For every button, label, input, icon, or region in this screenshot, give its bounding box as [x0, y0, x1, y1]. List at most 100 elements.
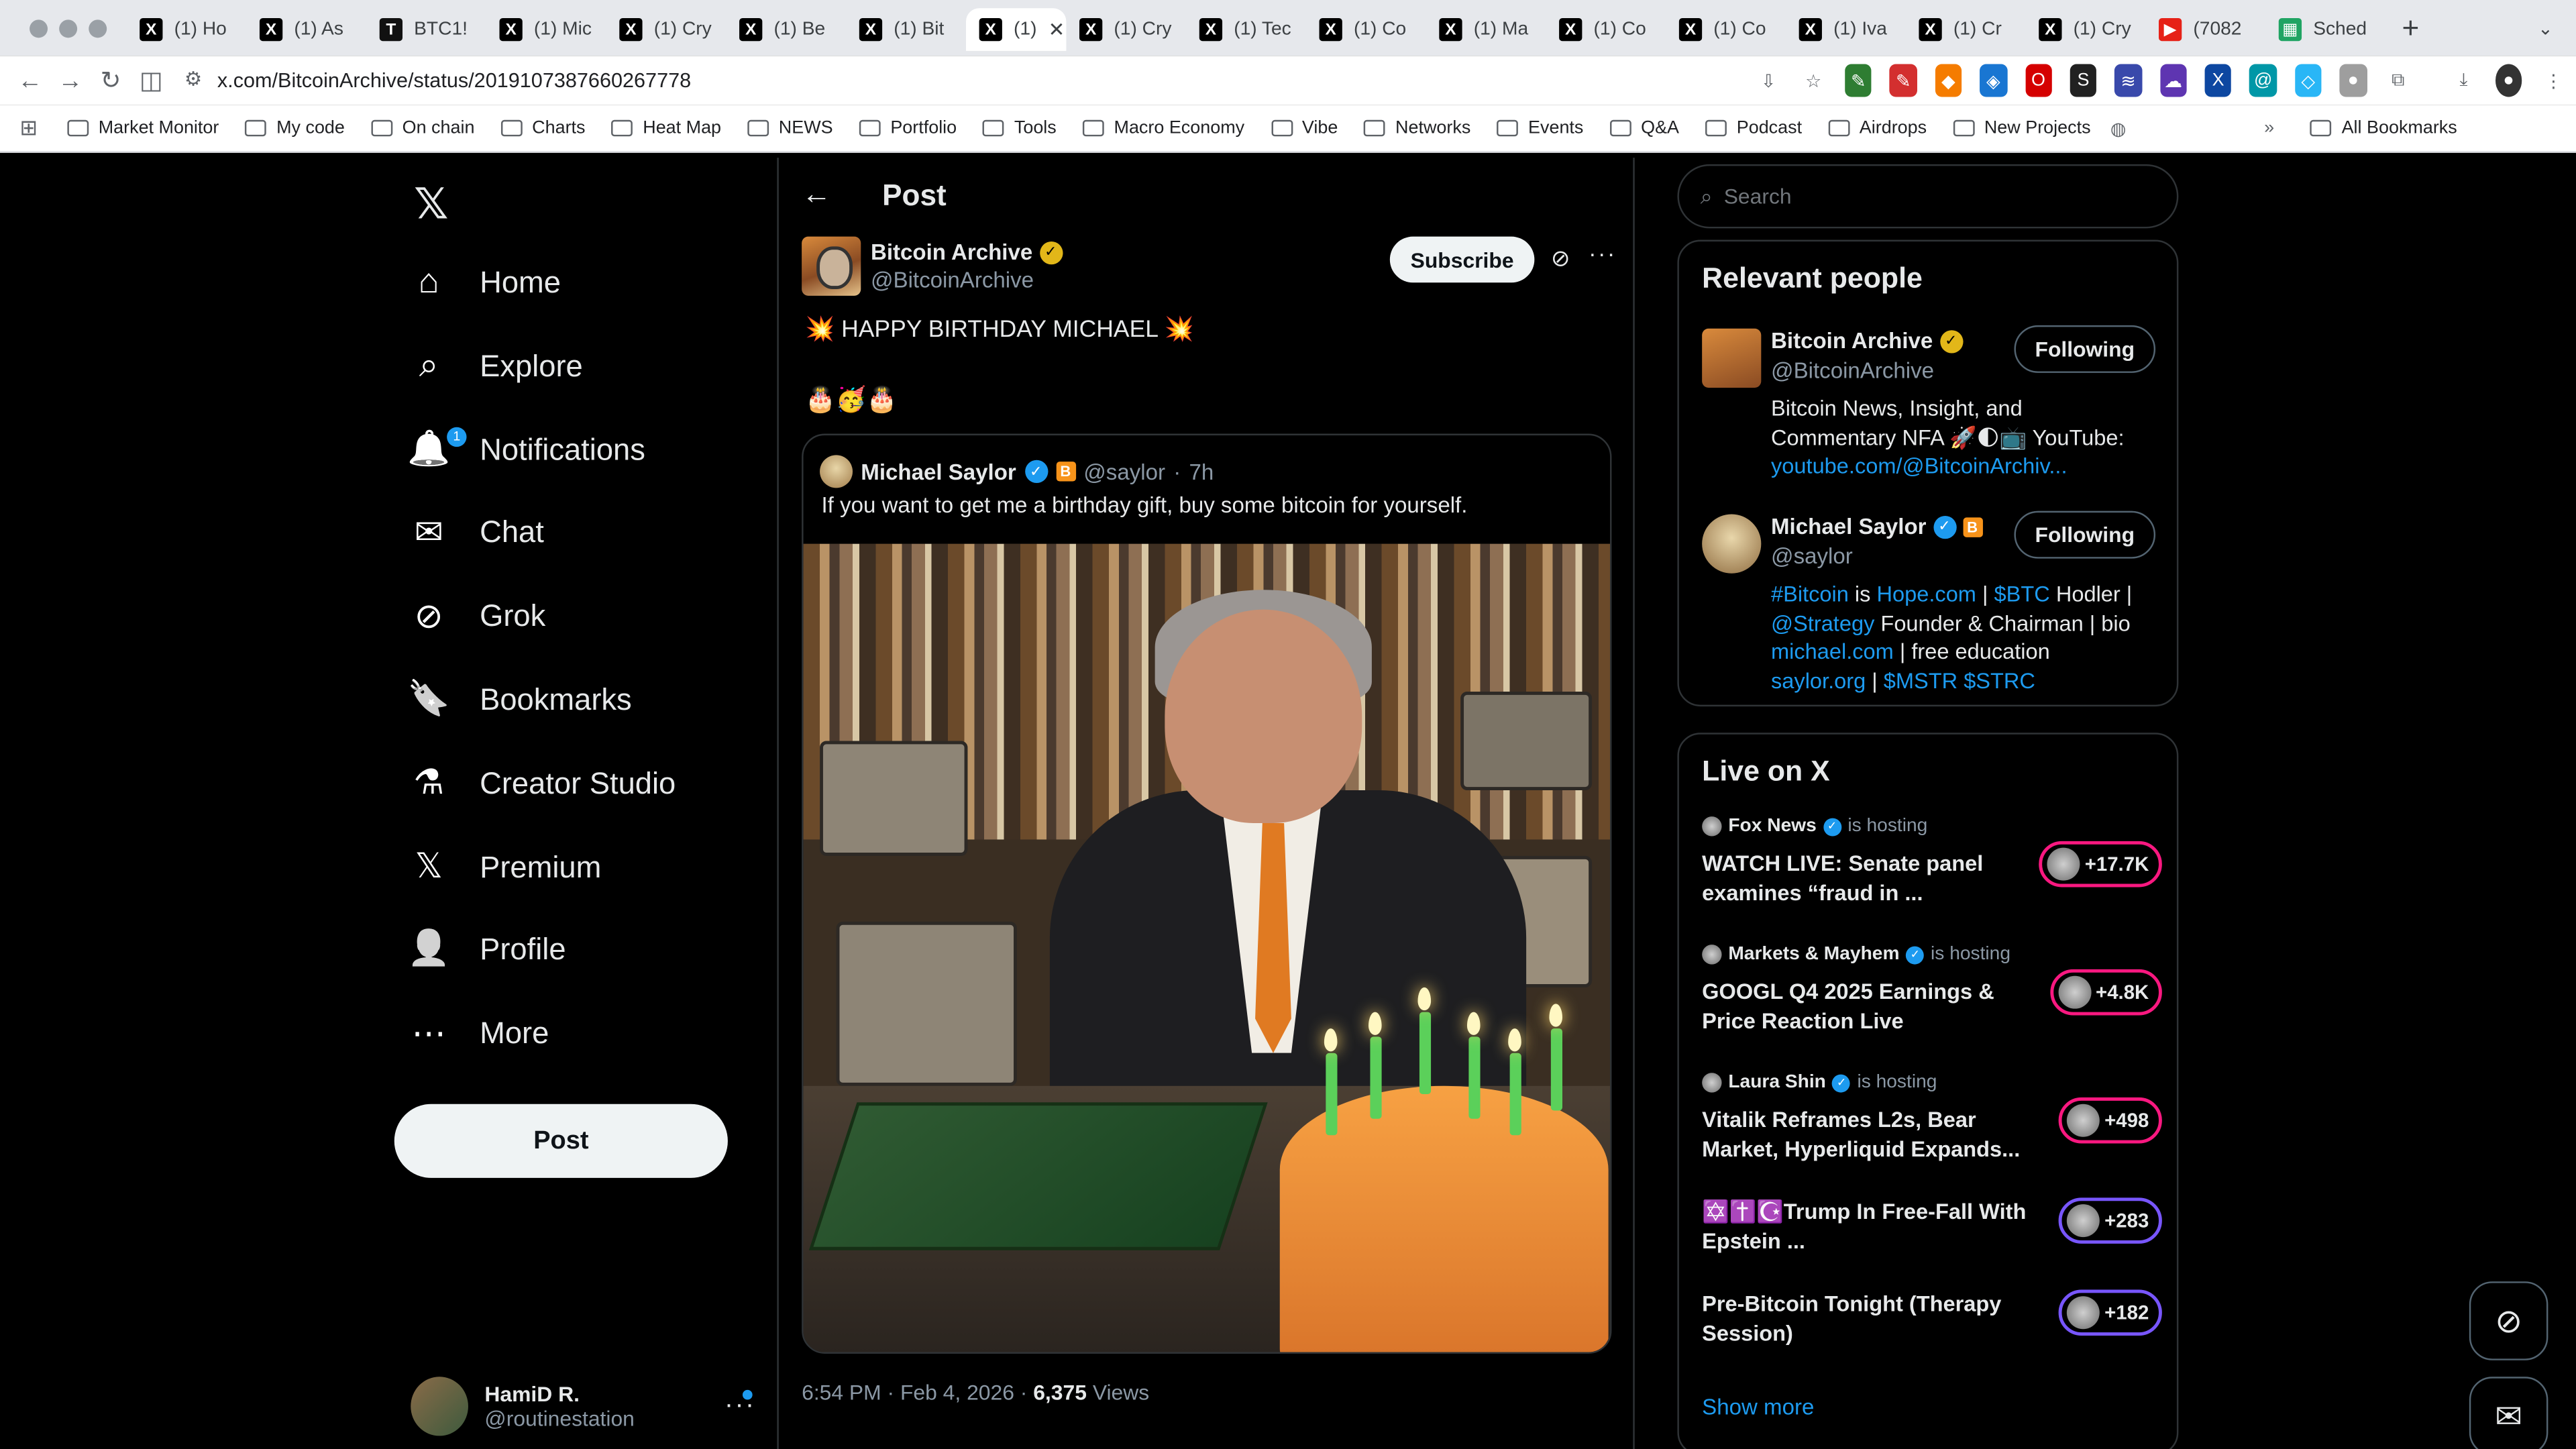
- nav-creator-studio[interactable]: ⚗ Creator Studio: [407, 751, 676, 816]
- bookmark-folder[interactable]: Networks: [1364, 118, 1470, 138]
- bookmark-folder[interactable]: Macro Economy: [1082, 118, 1244, 138]
- nav-explore[interactable]: ⌕ Explore: [407, 333, 583, 399]
- extension-pen-icon[interactable]: ✎: [1845, 64, 1872, 97]
- hope-link[interactable]: Hope.com: [1877, 582, 1976, 606]
- browser-tab[interactable]: X (1) Mic: [486, 8, 606, 51]
- account-switcher[interactable]: HamiD R. @routinestation ···: [411, 1373, 755, 1439]
- more-dots-icon[interactable]: ···: [1589, 240, 1617, 266]
- browser-tab[interactable]: X (1) Ma: [1426, 8, 1546, 51]
- browser-tab[interactable]: X (1) ✕: [966, 8, 1067, 51]
- person-handle[interactable]: @BitcoinArchive: [1771, 358, 1934, 383]
- more-bookmarks-chevron[interactable]: »: [2264, 118, 2274, 138]
- browser-tab[interactable]: X (1) Bit: [846, 8, 966, 51]
- browser-tab[interactable]: X (1) Cr: [1906, 8, 2026, 51]
- site-settings-icon[interactable]: ⚙: [184, 67, 202, 90]
- extension-diamond-icon[interactable]: ◇: [2294, 64, 2322, 97]
- extension-spiral-icon[interactable]: @: [2249, 64, 2277, 97]
- bookmark-folder[interactable]: Events: [1497, 118, 1583, 138]
- browser-tab[interactable]: X (1) Cry: [2026, 8, 2146, 51]
- downloads-icon[interactable]: ⤓: [2450, 64, 2477, 97]
- reload-icon[interactable]: ↻: [91, 66, 131, 95]
- zoom-window-icon[interactable]: [89, 19, 107, 38]
- minimize-window-icon[interactable]: [59, 19, 78, 38]
- extension-marker-icon[interactable]: ✎: [1890, 64, 1917, 97]
- nav-premium[interactable]: 𝕏 Premium: [407, 834, 601, 900]
- extension-opera-icon[interactable]: O: [2025, 64, 2052, 97]
- bio-link[interactable]: youtube.com/@BitcoinArchiv...: [1771, 451, 2152, 480]
- bookmark-folder[interactable]: Q&A: [1609, 118, 1679, 138]
- all-bookmarks-folder[interactable]: All Bookmarks: [2310, 118, 2457, 138]
- live-listeners-pill[interactable]: +283: [2058, 1197, 2162, 1244]
- author-handle[interactable]: @BitcoinArchive: [871, 268, 1034, 292]
- bookmark-star-icon[interactable]: ☆: [1800, 64, 1827, 97]
- show-more-link[interactable]: Show more: [1702, 1395, 1814, 1419]
- nav-grok[interactable]: ⊘ Grok: [407, 584, 546, 649]
- nav-more[interactable]: ⋯ More: [407, 1001, 549, 1067]
- post-time[interactable]: 6:54 PM · Feb 4, 2026 ·: [802, 1380, 1027, 1405]
- extension-shield-icon[interactable]: ◈: [1980, 64, 2007, 97]
- avatar[interactable]: [1702, 514, 1762, 574]
- menu-dots-icon[interactable]: ⋮: [2540, 64, 2567, 97]
- extension-arrows-icon[interactable]: ≋: [2114, 64, 2142, 97]
- address-bar[interactable]: ⚙ x.com/BitcoinArchive/status/2019107387…: [178, 59, 1591, 102]
- bookmark-folder[interactable]: New Projects: [1953, 118, 2091, 138]
- following-button[interactable]: Following: [2014, 325, 2156, 373]
- author-avatar[interactable]: [802, 236, 861, 296]
- browser-tab[interactable]: T BTC1!: [366, 8, 486, 51]
- grok-icon[interactable]: ⊘: [1551, 245, 1570, 273]
- tab-search-chevron-icon[interactable]: ⌄: [2538, 17, 2576, 38]
- nav-notifications[interactable]: 🔔 1 Notifications: [407, 417, 645, 482]
- following-button[interactable]: Following: [2014, 511, 2156, 559]
- live-space-item[interactable]: Laura Shin ✓ is hosting Vitalik Reframes L2…: [1702, 1073, 2162, 1161]
- close-tab-icon[interactable]: ✕: [1049, 18, 1065, 41]
- extension-fox-icon[interactable]: ◆: [1935, 64, 1962, 97]
- browser-tab[interactable]: X (1) Ho: [127, 8, 247, 51]
- quoted-photo[interactable]: [803, 543, 1611, 1352]
- relevant-person[interactable]: Bitcoin Archive ✓ @BitcoinArchive Followi…: [1702, 325, 2162, 485]
- browser-tab[interactable]: X (1) Cry: [1066, 8, 1186, 51]
- strategy-mention[interactable]: @Strategy: [1771, 610, 1874, 635]
- author-name[interactable]: Bitcoin Archive: [871, 240, 1032, 265]
- browser-tab[interactable]: X (1) As: [246, 8, 366, 51]
- extension-s-icon[interactable]: S: [2070, 64, 2097, 97]
- btc-cashtag[interactable]: $BTC: [1994, 582, 2050, 606]
- split-view-icon[interactable]: ◫: [131, 66, 171, 95]
- browser-tab[interactable]: ▦ Sched: [2265, 8, 2385, 51]
- browser-tab[interactable]: X (1) Iva: [1786, 8, 1906, 51]
- ticker-cashtags[interactable]: $MSTR $STRC: [1884, 668, 2035, 693]
- x-logo-icon[interactable]: 𝕏: [414, 180, 448, 229]
- live-space-item[interactable]: Markets & Mayhem ✓ is hosting GOOGL Q4 2025…: [1702, 945, 2162, 1032]
- bookmark-folder[interactable]: Market Monitor: [67, 118, 219, 138]
- extension-x-icon[interactable]: X: [2204, 64, 2232, 97]
- browser-tab[interactable]: X (1) Cry: [606, 8, 727, 51]
- live-listeners-pill[interactable]: +17.7K: [2039, 841, 2162, 888]
- apps-grid-icon[interactable]: ⊞: [19, 115, 38, 141]
- saylor-link[interactable]: saylor.org: [1771, 668, 1866, 693]
- new-tab-button[interactable]: +: [2385, 11, 2436, 45]
- close-window-icon[interactable]: [30, 19, 48, 38]
- nav-profile[interactable]: 👤 Profile: [407, 917, 566, 983]
- nav-home[interactable]: ⌂ Home: [407, 250, 561, 315]
- install-app-icon[interactable]: ⇩: [1755, 64, 1782, 97]
- person-name[interactable]: Michael Saylor: [1771, 515, 1927, 539]
- window-controls[interactable]: [0, 19, 127, 38]
- bookmark-folder[interactable]: Airdrops: [1828, 118, 1927, 138]
- browser-tab[interactable]: X (1) Co: [1546, 8, 1666, 51]
- nav-chat[interactable]: ✉ Chat: [407, 500, 544, 566]
- browser-tab[interactable]: X (1) Co: [1306, 8, 1426, 51]
- live-space-item[interactable]: Fox News ✓ is hosting WATCH LIVE: Senate pa…: [1702, 816, 2162, 904]
- nav-bookmarks[interactable]: 🔖 Bookmarks: [407, 667, 632, 733]
- person-handle[interactable]: @saylor: [1771, 544, 1853, 569]
- bookmark-folder[interactable]: Charts: [500, 118, 586, 138]
- browser-tab[interactable]: X (1) Be: [726, 8, 846, 51]
- michael-link[interactable]: michael.com: [1771, 639, 1894, 664]
- bookmark-folder[interactable]: Tools: [983, 118, 1057, 138]
- live-listeners-pill[interactable]: +182: [2058, 1289, 2162, 1336]
- url-text[interactable]: x.com/BitcoinArchive/status/201910738766…: [217, 69, 691, 92]
- back-arrow-icon[interactable]: ←: [10, 66, 50, 95]
- bookmark-folder[interactable]: My code: [245, 118, 345, 138]
- relevant-person[interactable]: Michael Saylor ✓ B @saylor Following #Bitc…: [1702, 511, 2162, 695]
- extension-cloud-icon[interactable]: ☁: [2159, 64, 2187, 97]
- profile-avatar-icon[interactable]: ●: [2495, 64, 2522, 97]
- back-arrow-icon[interactable]: ←: [802, 177, 831, 211]
